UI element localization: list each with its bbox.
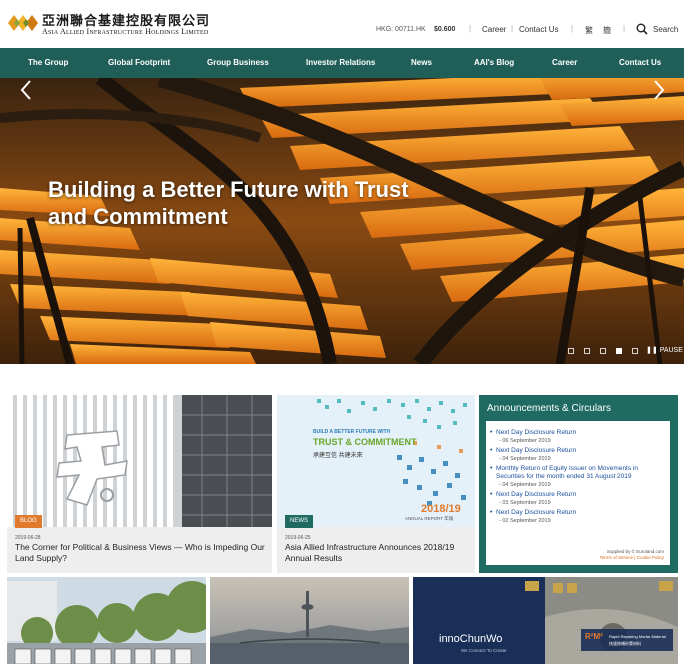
bullet-icon: • bbox=[490, 509, 493, 516]
announcements-panel: Announcements & Circulars • Next Day Dis… bbox=[479, 395, 678, 573]
contact-us-link[interactable]: Contact Us bbox=[519, 25, 559, 34]
report-year: 2018/19 bbox=[421, 503, 461, 515]
announcement-date: - 04 September 2019 bbox=[499, 482, 551, 488]
pause-label: PAUSE bbox=[659, 347, 683, 354]
chunwo-logo-text: innoChunWo bbox=[439, 633, 503, 645]
news-card-title[interactable]: Asia Allied Infrastructure Announces 201… bbox=[285, 542, 470, 564]
news-tag-badge: NEWS bbox=[285, 515, 313, 528]
carousel-dot[interactable] bbox=[600, 348, 606, 354]
report-headline-zh: 承建互信 共建未來 bbox=[313, 453, 363, 459]
chunwo-banner[interactable]: innoChunWo We Connect To Create R²M² Rap… bbox=[413, 577, 678, 664]
blog-card-date: 2019-06-28 bbox=[15, 535, 41, 541]
bullet-icon: • bbox=[490, 447, 493, 454]
announcement-item: • Next Day Disclosure Return - 06 Septem… bbox=[490, 429, 666, 445]
career-link[interactable]: Career bbox=[482, 25, 506, 34]
bullet-icon: • bbox=[490, 491, 493, 498]
carousel-next-icon[interactable] bbox=[651, 78, 667, 102]
macau-tower-photo[interactable] bbox=[210, 577, 409, 664]
announcements-title: Announcements & Circulars bbox=[487, 403, 611, 414]
chunwo-tagline: We Connect To Create bbox=[461, 648, 507, 653]
nav-item-global-footprint[interactable]: Global Footprint bbox=[108, 48, 170, 78]
company-name-en[interactable]: Asia Allied Infrastructure Holdings Limi… bbox=[42, 27, 208, 36]
report-label: ANNUAL REPORT 年報 bbox=[405, 516, 454, 521]
announcements-list: • Next Day Disclosure Return - 06 Septem… bbox=[486, 421, 670, 565]
announcement-link[interactable]: Next Day Disclosure Return bbox=[496, 491, 666, 499]
header-divider: | bbox=[511, 24, 514, 33]
blog-card-title[interactable]: The Corner for Political & Business View… bbox=[15, 542, 265, 564]
hero-carousel[interactable]: Building a Better Future with Trust and … bbox=[0, 78, 684, 364]
carousel-prev-icon[interactable] bbox=[18, 78, 34, 102]
bullet-icon: • bbox=[490, 465, 493, 472]
carousel-dot[interactable] bbox=[632, 348, 638, 354]
blog-card[interactable]: BLOG 2019-06-28 The Corner for Political… bbox=[7, 395, 272, 573]
nav-item-investor-relations[interactable]: Investor Relations bbox=[306, 48, 375, 78]
supplier-credit[interactable]: Supplied by © Euroland.com bbox=[607, 549, 664, 554]
announcement-item: • Next Day Disclosure Return - 02 Septem… bbox=[490, 509, 666, 525]
carousel-pause-button[interactable]: ❚❚ PAUSE bbox=[646, 346, 683, 354]
search-link[interactable]: Search bbox=[653, 25, 678, 34]
header-divider: | bbox=[571, 24, 574, 33]
company-logo-icon[interactable] bbox=[8, 12, 38, 34]
announcement-link[interactable]: Next Day Disclosure Return bbox=[496, 429, 666, 437]
carousel-dot[interactable] bbox=[584, 348, 590, 354]
header-divider: | bbox=[469, 24, 472, 33]
announcement-link[interactable]: Next Day Disclosure Return bbox=[496, 447, 666, 455]
carousel-dot[interactable] bbox=[616, 348, 622, 354]
report-headline-2: TRUST & COMMITMENT bbox=[313, 437, 417, 447]
report-headline-1: BUILD A BETTER FUTURE WITH bbox=[313, 429, 391, 435]
hero-title: Building a Better Future with Trust and … bbox=[48, 177, 409, 229]
annual-report-cover: BUILD A BETTER FUTURE WITH TRUST & COMMI… bbox=[277, 395, 475, 527]
stock-price: $0.600 bbox=[434, 26, 456, 33]
lang-simplified-link[interactable]: 簡 bbox=[603, 25, 611, 36]
search-icon[interactable] bbox=[636, 23, 648, 35]
announcement-date: - 03 September 2019 bbox=[499, 500, 551, 506]
fleet-photo[interactable] bbox=[7, 577, 206, 664]
nav-item-career[interactable]: Career bbox=[552, 48, 577, 78]
announcement-date: - 02 September 2019 bbox=[499, 518, 551, 524]
header-divider: | bbox=[623, 24, 626, 33]
blog-card-image bbox=[7, 395, 272, 527]
bullet-icon: • bbox=[490, 429, 493, 436]
carousel-dots bbox=[568, 348, 648, 356]
news-card[interactable]: BUILD A BETTER FUTURE WITH TRUST & COMMI… bbox=[277, 395, 475, 573]
announcement-item: • Next Day Disclosure Return - 04 Septem… bbox=[490, 447, 666, 463]
nav-item-blog[interactable]: AAI's Blog bbox=[474, 48, 514, 78]
r2m2-logo-text: R²M² bbox=[585, 632, 603, 641]
announcement-link[interactable]: Next Day Disclosure Return bbox=[496, 509, 666, 517]
carousel-dot[interactable] bbox=[568, 348, 574, 354]
nav-item-contact-us[interactable]: Contact Us bbox=[619, 48, 661, 78]
r2m2-caption: Rapid Repairing Mortar Material bbox=[609, 634, 666, 639]
main-nav: The Group Global Footprint Group Busines… bbox=[0, 48, 684, 78]
terms-cookie-links[interactable]: Terms of Service | Cookie Policy bbox=[600, 555, 664, 560]
blog-tag-badge: BLOG bbox=[15, 515, 42, 528]
nav-item-group-business[interactable]: Group Business bbox=[207, 48, 269, 78]
nav-item-the-group[interactable]: The Group bbox=[28, 48, 68, 78]
announcement-item: • Next Day Disclosure Return - 03 Septem… bbox=[490, 491, 666, 507]
announcement-item: • Monthly Return of Equity Issuer on Mov… bbox=[490, 465, 666, 489]
announcement-date: - 04 September 2019 bbox=[499, 456, 551, 462]
announcement-date: - 06 September 2019 bbox=[499, 438, 551, 444]
news-card-date: 2019-06-25 bbox=[285, 535, 311, 541]
announcement-link[interactable]: Monthly Return of Equity Issuer on Movem… bbox=[496, 465, 666, 481]
nav-item-news[interactable]: News bbox=[411, 48, 432, 78]
site-header: 亞洲聯合基建控股有限公司 Asia Allied Infrastructure … bbox=[0, 0, 684, 48]
lang-traditional-link[interactable]: 繁 bbox=[585, 25, 593, 36]
stock-ticker: HKG: 00711.HK bbox=[376, 26, 426, 33]
r2m2-caption-zh: 快速修補砂漿材料 bbox=[609, 641, 641, 646]
